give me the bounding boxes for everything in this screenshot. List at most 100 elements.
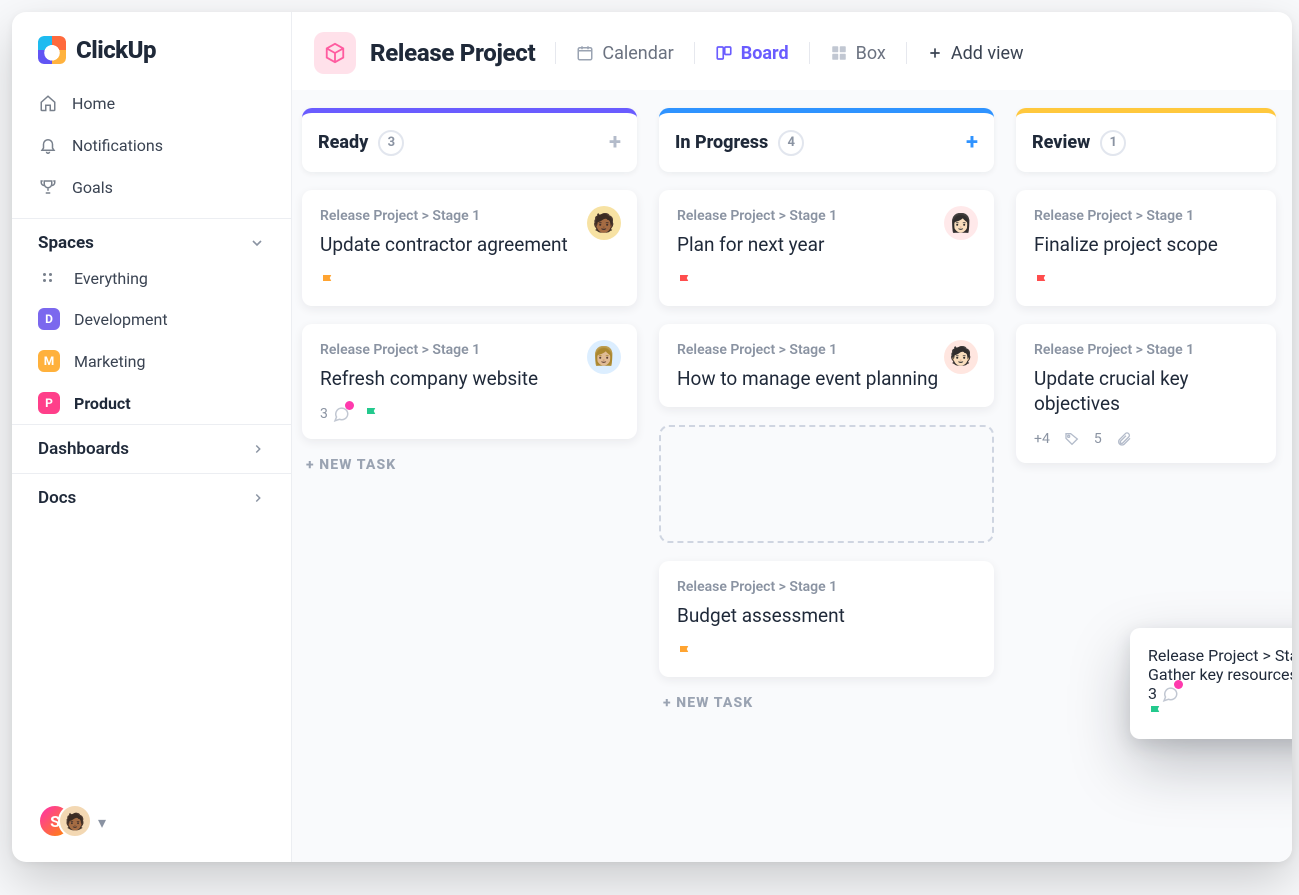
task-card[interactable]: Release Project > Stage 1 Update crucial… bbox=[1016, 324, 1276, 463]
app-window: ClickUp Home Notifications Goals Spaces bbox=[12, 12, 1292, 862]
bell-icon bbox=[38, 135, 58, 155]
nav-home[interactable]: Home bbox=[12, 82, 291, 124]
attachment-count: 5 bbox=[1094, 431, 1102, 447]
main-panel: Release Project Calendar Board bbox=[292, 12, 1292, 862]
logo-icon bbox=[38, 36, 66, 64]
view-tab-box[interactable]: Box bbox=[830, 43, 886, 64]
flag-icon bbox=[677, 643, 695, 661]
spaces-title: Spaces bbox=[38, 233, 94, 253]
column-add-button[interactable]: + bbox=[966, 130, 978, 155]
flag-icon bbox=[364, 405, 382, 423]
task-card[interactable]: 👩🏻 Release Project > Stage 1 Plan for ne… bbox=[659, 190, 994, 306]
flag-icon bbox=[320, 272, 338, 290]
avatar: 👩🏻 bbox=[944, 206, 978, 240]
comment-number: 3 bbox=[320, 406, 328, 422]
spaces-header[interactable]: Spaces bbox=[12, 218, 291, 259]
task-card[interactable]: Release Project > Stage 1 Finalize proje… bbox=[1016, 190, 1276, 306]
card-breadcrumb: Release Project > Stage 1 bbox=[1148, 646, 1292, 665]
column-header: Review 1 bbox=[1016, 108, 1276, 172]
brand-logo[interactable]: ClickUp bbox=[12, 36, 291, 82]
space-label: Product bbox=[74, 394, 131, 413]
everything-label: Everything bbox=[74, 269, 148, 288]
nav-goals[interactable]: Goals bbox=[12, 166, 291, 208]
project-icon bbox=[314, 32, 356, 74]
column-in-progress: In Progress 4 + 👩🏻 Release Project > Sta… bbox=[659, 108, 994, 862]
nav-label: Notifications bbox=[72, 136, 163, 155]
card-breadcrumb: Release Project > Stage 1 bbox=[677, 579, 976, 595]
sidebar-link-docs[interactable]: Docs bbox=[12, 473, 291, 522]
column-title: Ready bbox=[318, 132, 368, 153]
avatar: 🧑🏻 bbox=[944, 340, 978, 374]
nav-label: Goals bbox=[72, 178, 113, 197]
divider bbox=[555, 42, 556, 64]
plus-icon bbox=[927, 45, 943, 61]
card-title: Plan for next year bbox=[677, 232, 976, 258]
view-tab-calendar[interactable]: Calendar bbox=[576, 43, 673, 64]
divider bbox=[809, 42, 810, 64]
card-title: Budget assessment bbox=[677, 603, 976, 629]
column-add-button[interactable]: + bbox=[609, 130, 621, 155]
project-title: Release Project bbox=[370, 39, 535, 67]
flag-icon bbox=[1148, 703, 1166, 721]
flag-icon bbox=[677, 272, 695, 290]
view-tab-label: Calendar bbox=[602, 43, 673, 64]
task-card[interactable]: 👩🏼 Release Project > Stage 1 Refresh com… bbox=[302, 324, 637, 440]
column-review: Review 1 Release Project > Stage 1 Final… bbox=[1016, 108, 1276, 862]
column-header: Ready 3 + bbox=[302, 108, 637, 172]
comment-count: 3 bbox=[320, 405, 350, 423]
add-view-button[interactable]: Add view bbox=[927, 43, 1024, 64]
trophy-icon bbox=[38, 177, 58, 197]
card-breadcrumb: Release Project > Stage 1 bbox=[320, 208, 619, 224]
add-view-label: Add view bbox=[951, 43, 1024, 64]
column-title: In Progress bbox=[675, 132, 768, 153]
space-badge: D bbox=[38, 308, 60, 330]
space-label: Marketing bbox=[74, 352, 145, 371]
avatar: 🧑🏾 bbox=[587, 206, 621, 240]
sidebar-item-development[interactable]: D Development bbox=[12, 298, 291, 340]
tag-count: +4 bbox=[1034, 431, 1050, 447]
sidebar-item-marketing[interactable]: M Marketing bbox=[12, 340, 291, 382]
task-card[interactable]: 🧑🏾 Release Project > Stage 1 Update cont… bbox=[302, 190, 637, 306]
card-breadcrumb: Release Project > Stage 1 bbox=[677, 208, 976, 224]
tag-icon bbox=[1064, 431, 1080, 447]
column-count: 3 bbox=[378, 130, 404, 156]
avatar: 🧑🏾 bbox=[58, 804, 92, 838]
task-card[interactable]: 🧑🏻 Release Project > Stage 1 How to mana… bbox=[659, 324, 994, 408]
home-icon bbox=[38, 93, 58, 113]
notification-dot bbox=[345, 401, 354, 410]
view-tab-label: Board bbox=[741, 43, 789, 64]
column-count: 1 bbox=[1100, 130, 1126, 156]
chevron-right-icon bbox=[251, 442, 265, 456]
card-title: How to manage event planning bbox=[677, 366, 976, 392]
caret-down-icon: ▾ bbox=[98, 813, 106, 832]
sidebar-link-label: Docs bbox=[38, 488, 76, 508]
new-task-button[interactable]: + NEW TASK bbox=[659, 695, 994, 711]
board-area: Ready 3 + 🧑🏾 Release Project > Stage 1 U… bbox=[292, 90, 1292, 862]
sidebar-item-product[interactable]: P Product bbox=[12, 382, 291, 424]
card-title: Update contractor agreement bbox=[320, 232, 619, 258]
sidebar-item-everything[interactable]: Everything bbox=[12, 259, 291, 298]
column-count: 4 bbox=[778, 130, 804, 156]
dragging-card[interactable]: 👩🏼 Release Project > Stage 1 Gather key … bbox=[1130, 628, 1292, 739]
sidebar: ClickUp Home Notifications Goals Spaces bbox=[12, 12, 292, 862]
column-ready: Ready 3 + 🧑🏾 Release Project > Stage 1 U… bbox=[302, 108, 637, 862]
task-card[interactable]: Release Project > Stage 1 Budget assessm… bbox=[659, 561, 994, 677]
view-tab-label: Box bbox=[856, 43, 886, 64]
comment-number: 3 bbox=[1148, 684, 1157, 703]
profile-switcher[interactable]: S 🧑🏾 ▾ bbox=[12, 786, 291, 844]
avatar-stack: S 🧑🏾 bbox=[38, 804, 94, 840]
space-badge: M bbox=[38, 350, 60, 372]
divider bbox=[694, 42, 695, 64]
board-icon bbox=[715, 44, 733, 62]
space-badge: P bbox=[38, 392, 60, 414]
nav-notifications[interactable]: Notifications bbox=[12, 124, 291, 166]
column-title: Review bbox=[1032, 132, 1090, 153]
comment-count: 3 bbox=[1148, 684, 1179, 703]
sidebar-link-label: Dashboards bbox=[38, 439, 129, 459]
drop-placeholder[interactable] bbox=[659, 425, 994, 543]
sidebar-link-dashboards[interactable]: Dashboards bbox=[12, 424, 291, 473]
view-tab-board[interactable]: Board bbox=[715, 43, 789, 64]
card-title: Refresh company website bbox=[320, 366, 619, 392]
calendar-icon bbox=[576, 44, 594, 62]
new-task-button[interactable]: + NEW TASK bbox=[302, 457, 637, 473]
